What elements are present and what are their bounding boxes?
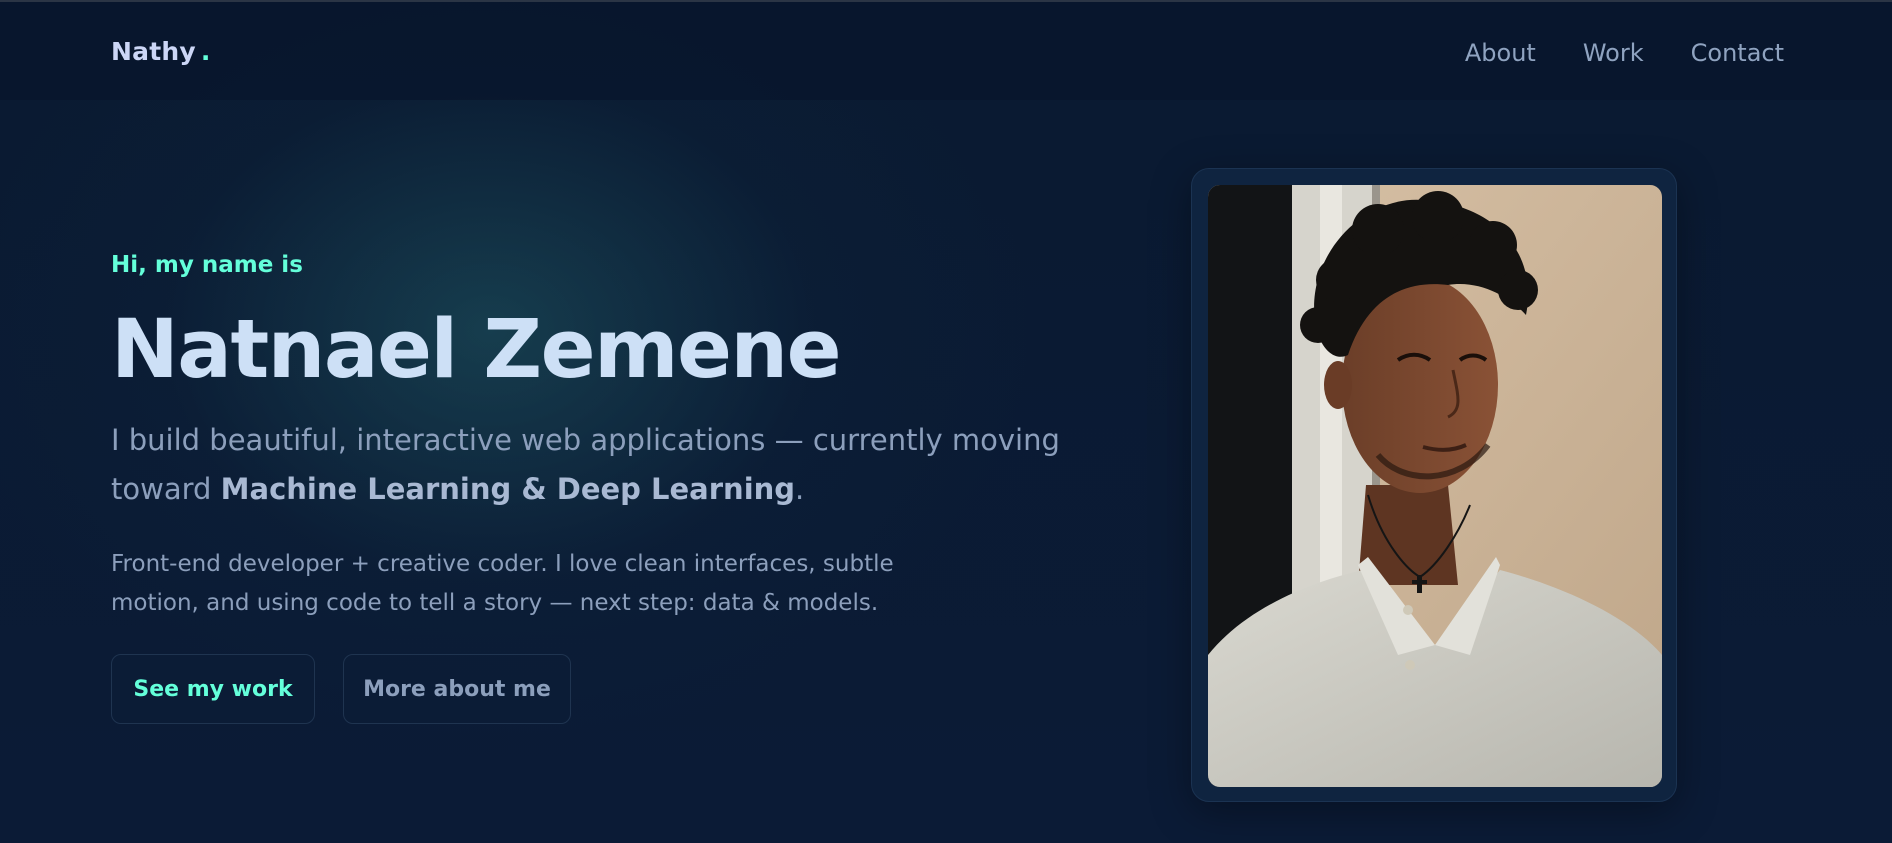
portrait-illustration bbox=[1208, 185, 1662, 787]
profile-photo bbox=[1208, 185, 1662, 787]
nav-links: About Work Contact bbox=[1465, 39, 1784, 67]
hero-tagline: I build beautiful, interactive web appli… bbox=[111, 416, 1071, 514]
hero-description: Front-end developer + creative coder. I … bbox=[111, 551, 894, 616]
hero-greeting: Hi, my name is bbox=[111, 252, 303, 278]
tagline-highlight: Machine Learning & Deep Learning bbox=[220, 472, 796, 506]
logo-dot: . bbox=[200, 37, 211, 66]
profile-photo-card bbox=[1191, 168, 1677, 802]
more-about-me-button[interactable]: More about me bbox=[343, 654, 571, 724]
site-logo[interactable]: Nathy. bbox=[111, 37, 211, 66]
logo-text: Nathy bbox=[111, 37, 196, 66]
hero-name: Natnael Zemene bbox=[111, 303, 842, 397]
nav-link-about[interactable]: About bbox=[1465, 39, 1536, 67]
tagline-period: . bbox=[795, 472, 805, 506]
nav-link-contact[interactable]: Contact bbox=[1691, 39, 1784, 67]
see-my-work-button[interactable]: See my work bbox=[111, 654, 315, 724]
nav-link-work[interactable]: Work bbox=[1583, 39, 1644, 67]
navbar: Nathy. About Work Contact bbox=[0, 2, 1892, 100]
